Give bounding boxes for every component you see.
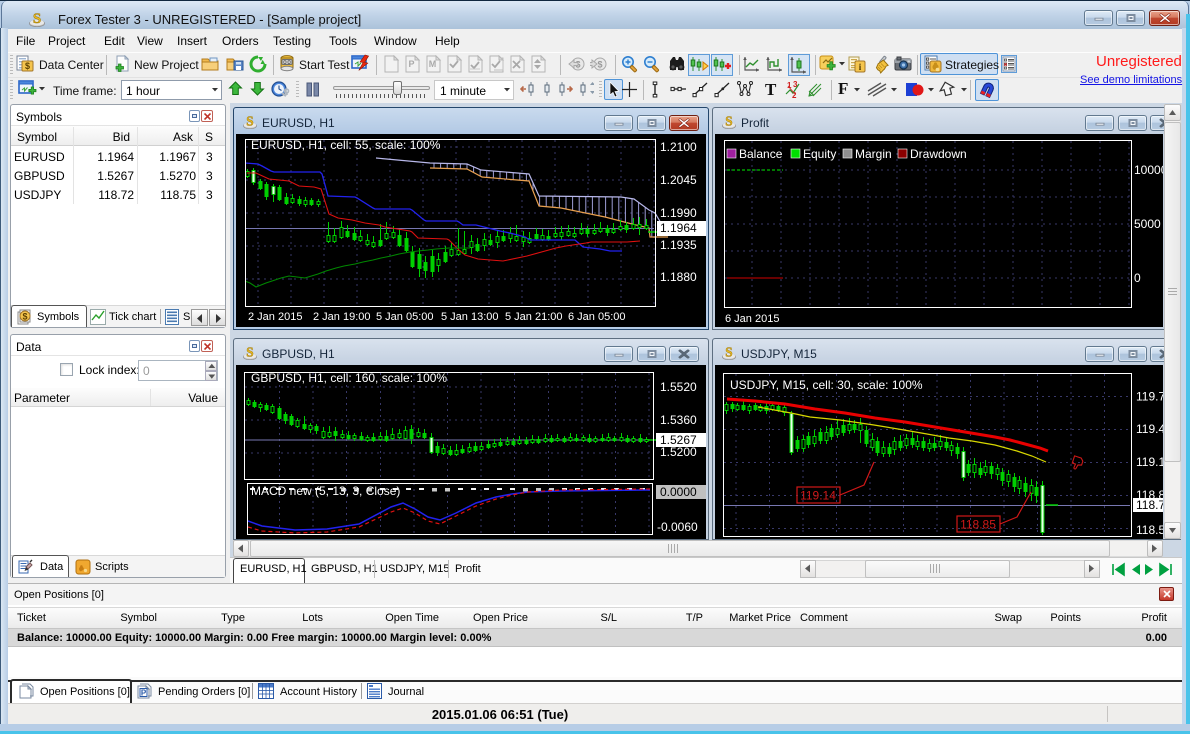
svg-text:S: S [246,345,253,359]
svg-text:$: $ [25,61,30,71]
svg-text:1.1964: 1.1964 [660,221,697,235]
svg-text:1.5267: 1.5267 [660,433,697,447]
svg-text:P: P [408,59,414,69]
svg-text:2 Jan 19:00: 2 Jan 19:00 [313,311,371,323]
svg-text:5 Jan 21:00: 5 Jan 21:00 [505,311,563,323]
svg-text:S: S [725,345,732,359]
svg-text:2 Jan 2015: 2 Jan 2015 [248,311,302,323]
svg-text:1.5200: 1.5200 [660,445,697,459]
svg-text:118.7: 118.7 [1136,498,1163,512]
svg-text:S: S [33,11,41,27]
svg-text:1.1990: 1.1990 [660,206,697,220]
svg-text:5000: 5000 [1134,217,1161,231]
svg-text:0: 0 [1134,271,1141,285]
svg-text:$: $ [22,312,27,322]
svg-text:118.5: 118.5 [1136,523,1163,537]
svg-text:$: $ [597,60,602,70]
svg-text:Balance: Balance [739,147,783,161]
svg-text:-0.0060: -0.0060 [657,520,698,534]
svg-text:P: P [141,689,147,698]
svg-text:S: S [246,114,253,128]
svg-text:Drawdown: Drawdown [910,147,967,161]
svg-text:10000: 10000 [1134,163,1163,177]
svg-text:0.0000: 0.0000 [660,485,697,499]
svg-text:Margin: Margin [855,147,892,161]
svg-text:1.5520: 1.5520 [660,380,697,394]
svg-text:EURUSD, H1, cell: 55, scale: 1: EURUSD, H1, cell: 55, scale: 100% [251,138,441,152]
svg-text:Equity: Equity [803,147,836,161]
svg-text:1: 1 [787,81,792,90]
svg-text:119.14: 119.14 [800,489,836,503]
svg-text:6 Jan 05:00: 6 Jan 05:00 [568,311,626,323]
svg-text:GBPUSD, H1, cell: 160, scale:: GBPUSD, H1, cell: 160, scale: 100% [251,371,447,385]
svg-text:119.4: 119.4 [1136,422,1163,436]
svg-text:S: S [725,114,732,128]
svg-text:1.1935: 1.1935 [660,238,697,252]
svg-text:1.1880: 1.1880 [660,270,697,284]
svg-text:1.2045: 1.2045 [660,173,697,187]
svg-text:M: M [429,59,437,69]
svg-text:119.1: 119.1 [1136,455,1163,469]
svg-text:MACD new (5, 13, 3, Close): MACD new (5, 13, 3, Close) [251,484,400,498]
svg-text:USDJPY, M15, cell: 30, scale:: USDJPY, M15, cell: 30, scale: 100% [730,378,923,392]
svg-text:5 Jan 05:00: 5 Jan 05:00 [376,311,434,323]
svg-text:5 Jan 13:00: 5 Jan 13:00 [441,311,499,323]
svg-text:119.7: 119.7 [1136,390,1163,404]
svg-text:1.2100: 1.2100 [660,140,697,154]
svg-text:1.5360: 1.5360 [660,413,697,427]
svg-text:6 Jan 2015: 6 Jan 2015 [725,313,779,325]
svg-text:118.85: 118.85 [960,518,996,532]
